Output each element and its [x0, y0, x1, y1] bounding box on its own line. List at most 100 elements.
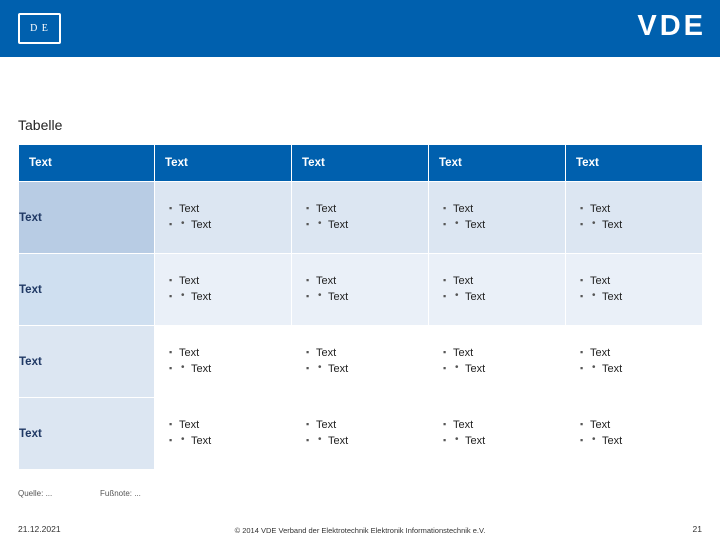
table-cell: Text Text: [428, 325, 566, 398]
bullet-sublist: Text: [580, 216, 702, 233]
slide: D E VDE Tabelle Text Text Text Text Text…: [0, 0, 720, 540]
bullet-list: Text Text: [155, 417, 291, 449]
column-header-2: Text: [291, 144, 429, 182]
bullet-list: Text Text: [566, 345, 702, 377]
bullet-sublist: Text: [580, 432, 702, 449]
bullet-subitem: Text: [181, 216, 291, 233]
bullet-item: Text: [443, 273, 565, 289]
bullet-list: Text Text: [566, 417, 702, 449]
row-label: Text: [18, 181, 155, 254]
bullet-subitem: Text: [455, 360, 565, 377]
bullet-sublist: Text: [169, 288, 291, 305]
bullet-item: Text: [443, 345, 565, 361]
bullet-sublist-wrap: Text: [169, 432, 291, 449]
bullet-sublist-wrap: Text: [580, 288, 702, 305]
bullet-sublist: Text: [580, 360, 702, 377]
source-note: Quelle: ...: [18, 489, 53, 498]
table-cell: Text Text: [565, 397, 703, 470]
table-row: Text Text Text Tex: [18, 325, 703, 398]
bullet-sublist-wrap: Text: [306, 432, 428, 449]
footer-page-number: 21: [692, 524, 702, 534]
bullet-sublist: Text: [306, 216, 428, 233]
bullet-subitem: Text: [181, 360, 291, 377]
bullet-sublist: Text: [306, 432, 428, 449]
vde-logo-text: D E: [30, 23, 49, 34]
table-cell: Text Text: [154, 253, 292, 326]
bullet-sublist-wrap: Text: [306, 288, 428, 305]
table-row: Text Text Text Tex: [18, 253, 703, 326]
bullet-item: Text: [169, 201, 291, 217]
bullet-item: Text: [306, 417, 428, 433]
bullet-sublist-wrap: Text: [443, 360, 565, 377]
bullet-list: Text Text: [566, 201, 702, 233]
bullet-item: Text: [306, 345, 428, 361]
table-cell: Text Text: [428, 181, 566, 254]
bullet-item: Text: [580, 201, 702, 217]
table-cell: Text Text: [565, 325, 703, 398]
page-title: Tabelle: [18, 117, 63, 133]
bullet-subitem: Text: [318, 216, 428, 233]
bullet-subitem: Text: [455, 288, 565, 305]
column-header-4: Text: [565, 144, 703, 182]
table-cell: Text Text: [291, 397, 429, 470]
bullet-sublist-wrap: Text: [169, 288, 291, 305]
bullet-list: Text Text: [155, 201, 291, 233]
bullet-subitem: Text: [181, 288, 291, 305]
table-header-row: Text Text Text Text Text: [18, 144, 703, 182]
bullet-item: Text: [306, 273, 428, 289]
bullet-item: Text: [306, 201, 428, 217]
table-cell: Text Text: [428, 253, 566, 326]
table-row: Text Text Text Tex: [18, 397, 703, 470]
bullet-item: Text: [443, 417, 565, 433]
bullet-sublist: Text: [169, 360, 291, 377]
bullet-subitem: Text: [592, 216, 702, 233]
bullet-subitem: Text: [455, 216, 565, 233]
table-row: Text Text Text Tex: [18, 181, 703, 254]
bullet-sublist-wrap: Text: [443, 432, 565, 449]
table-cell: Text Text: [291, 181, 429, 254]
bullet-list: Text Text: [429, 273, 565, 305]
bullet-sublist-wrap: Text: [169, 216, 291, 233]
table-cell: Text Text: [154, 181, 292, 254]
column-header-0: Text: [18, 144, 155, 182]
column-header-3: Text: [428, 144, 566, 182]
footer-copyright: © 2014 VDE Verband der Elektrotechnik El…: [234, 526, 486, 535]
bullet-item: Text: [580, 273, 702, 289]
bullet-sublist: Text: [169, 216, 291, 233]
bullet-sublist: Text: [443, 360, 565, 377]
bullet-item: Text: [169, 345, 291, 361]
bullet-list: Text Text: [292, 201, 428, 233]
bullet-subitem: Text: [181, 432, 291, 449]
bullet-sublist: Text: [306, 288, 428, 305]
vde-logo: D E: [18, 13, 61, 44]
bullet-sublist: Text: [580, 288, 702, 305]
bullet-list: Text Text: [292, 345, 428, 377]
bullet-list: Text Text: [429, 345, 565, 377]
bullet-sublist: Text: [443, 288, 565, 305]
bullet-sublist-wrap: Text: [580, 360, 702, 377]
bullet-sublist-wrap: Text: [443, 216, 565, 233]
brand-title: VDE: [637, 10, 706, 42]
bullet-sublist: Text: [306, 360, 428, 377]
bullet-subitem: Text: [592, 360, 702, 377]
bullet-subitem: Text: [318, 432, 428, 449]
bullet-list: Text Text: [155, 273, 291, 305]
bullet-sublist-wrap: Text: [580, 432, 702, 449]
footnote: Fußnote: ...: [100, 489, 141, 498]
bullet-item: Text: [169, 417, 291, 433]
bullet-list: Text Text: [429, 417, 565, 449]
bullet-list: Text Text: [429, 201, 565, 233]
bullet-list: Text Text: [155, 345, 291, 377]
row-label: Text: [18, 325, 155, 398]
table-cell: Text Text: [428, 397, 566, 470]
footer-date: 21.12.2021: [18, 524, 61, 534]
bullet-subitem: Text: [592, 288, 702, 305]
bullet-list: Text Text: [292, 273, 428, 305]
bullet-sublist-wrap: Text: [306, 360, 428, 377]
table-cell: Text Text: [291, 253, 429, 326]
row-label: Text: [18, 397, 155, 470]
bullet-sublist-wrap: Text: [443, 288, 565, 305]
bullet-item: Text: [169, 273, 291, 289]
bullet-subitem: Text: [592, 432, 702, 449]
bullet-subitem: Text: [318, 360, 428, 377]
